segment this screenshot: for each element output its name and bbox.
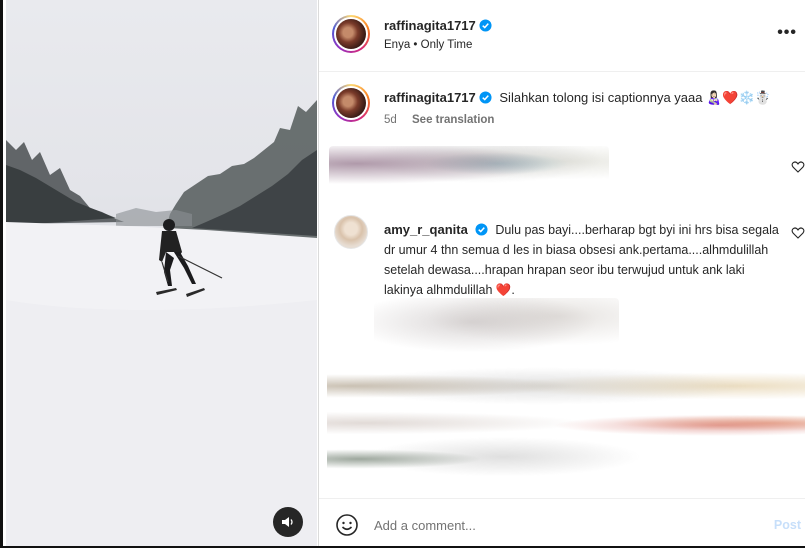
see-translation-link[interactable]: See translation — [412, 114, 494, 126]
caption-text-row: raffinagita1717 Silahkan tolong isi capt… — [384, 90, 771, 106]
speaker-icon — [282, 517, 293, 527]
caption-age: 5d — [384, 114, 397, 126]
sound-toggle-button[interactable] — [273, 507, 303, 537]
caption-meta: 5d See translation — [384, 114, 494, 126]
verified-badge-icon — [479, 19, 492, 32]
caption-username[interactable]: raffinagita1717 — [384, 90, 476, 105]
post-header: raffinagita1717 Enya • Only Time ••• — [319, 0, 805, 72]
add-comment-input[interactable] — [374, 513, 754, 537]
author-avatar[interactable] — [332, 15, 370, 53]
more-options-button[interactable]: ••• — [777, 24, 797, 42]
like-comment-heart-icon[interactable] — [791, 226, 805, 240]
commenter-username[interactable]: amy_r_qanita — [384, 222, 468, 237]
post-caption: raffinagita1717 Silahkan tolong isi capt… — [319, 84, 805, 138]
verified-badge-icon — [475, 223, 488, 236]
audio-label[interactable]: Enya • Only Time — [384, 39, 472, 51]
author-username[interactable]: raffinagita1717 — [384, 18, 476, 33]
post-video[interactable] — [6, 0, 317, 546]
like-comment-heart-icon[interactable] — [791, 160, 805, 174]
emoji-smile-icon[interactable] — [335, 513, 359, 537]
verified-badge-icon — [479, 91, 492, 104]
comment-text: amy_r_qanita Dulu pas bayi....berharap b… — [384, 220, 779, 300]
video-scene — [6, 100, 317, 546]
redacted-comment — [374, 298, 619, 358]
commenter-avatar[interactable] — [334, 215, 368, 249]
redacted-comment — [327, 436, 647, 482]
comment-composer: Post — [319, 498, 805, 546]
author-username-row: raffinagita1717 — [384, 17, 492, 35]
post-dialog: raffinagita1717 Enya • Only Time ••• raf… — [0, 0, 805, 548]
caption-author-avatar[interactable] — [332, 84, 370, 122]
redacted-comment — [329, 146, 609, 190]
caption-body: Silahkan tolong isi captionnya yaaa 👩🏻‍🍼… — [499, 90, 771, 105]
post-side-panel: raffinagita1717 Enya • Only Time ••• raf… — [318, 0, 805, 546]
post-comment-button[interactable]: Post — [774, 518, 801, 532]
